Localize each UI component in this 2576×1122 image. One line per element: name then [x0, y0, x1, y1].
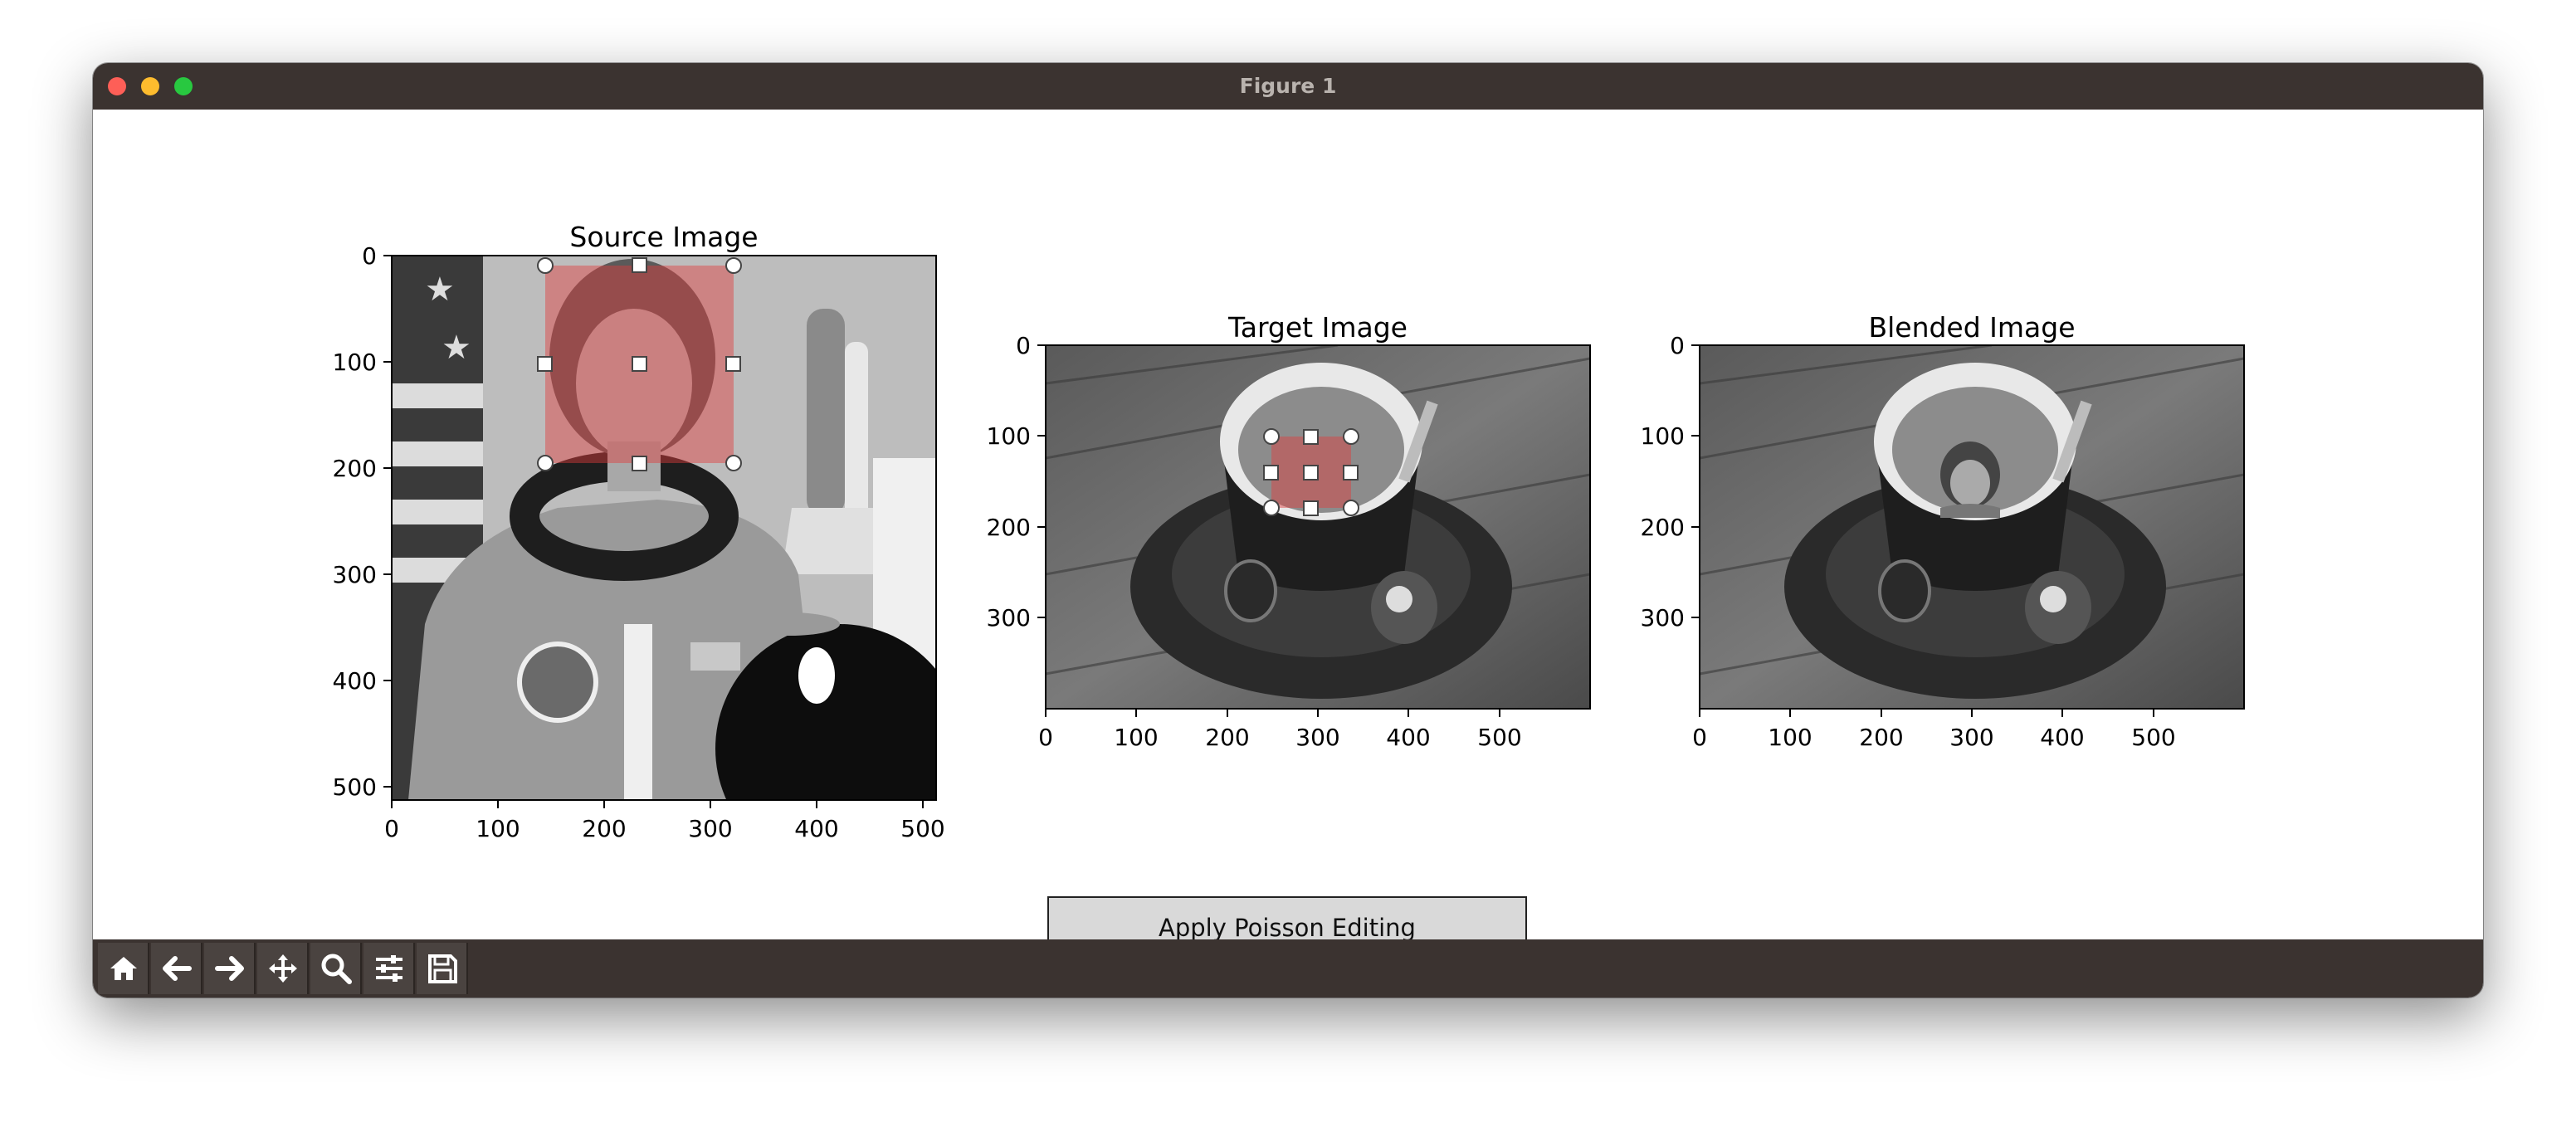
handle-top-left	[537, 257, 554, 274]
blended-xtick-label: 500	[2131, 724, 2175, 751]
target-xtick-label: 0	[1038, 724, 1053, 751]
handle-mid-left	[537, 356, 553, 372]
forward-button[interactable]	[204, 943, 256, 994]
blended-image-title: Blended Image	[1868, 311, 2075, 344]
handle-top-right	[1343, 428, 1359, 445]
source-xtick-label: 0	[384, 815, 399, 842]
back-button[interactable]	[151, 943, 202, 994]
back-arrow-icon	[163, 956, 192, 981]
forward-arrow-icon	[215, 956, 244, 981]
handle-bottom-mid	[632, 456, 647, 471]
blended-xtick-label: 400	[2040, 724, 2084, 751]
blended-xtick-label: 200	[1859, 724, 1903, 751]
source-image-title: Source Image	[569, 221, 758, 253]
target-image	[1046, 345, 1590, 709]
target-xtick-label: 400	[1386, 724, 1430, 751]
source-xtick-label: 200	[582, 815, 626, 842]
handle-top-left	[1263, 428, 1280, 445]
handle-mid-right	[725, 356, 741, 372]
target-xtick-label: 300	[1295, 724, 1339, 751]
target-xtick-label: 200	[1205, 724, 1249, 751]
zoom-magnifier-icon	[321, 954, 352, 984]
handle-center	[1303, 465, 1319, 481]
source-ytick-label: 200	[333, 455, 377, 482]
target-ytick-label: 100	[987, 422, 1031, 450]
source-ytick-label: 400	[333, 667, 377, 695]
save-button[interactable]	[417, 943, 468, 994]
zoom-button[interactable]	[310, 943, 362, 994]
navigation-toolbar	[93, 939, 2483, 998]
handle-bottom-mid	[1303, 500, 1319, 516]
home-icon	[110, 957, 137, 980]
target-xtick-label: 100	[1114, 724, 1158, 751]
handle-mid-left	[1263, 465, 1279, 481]
svg-text:★: ★	[442, 329, 471, 367]
source-xtick-label: 100	[476, 815, 520, 842]
handle-top-right	[725, 257, 742, 274]
handle-center	[632, 356, 647, 372]
target-ytick-label: 200	[987, 514, 1031, 541]
source-xtick-label: 300	[688, 815, 732, 842]
handle-top-mid	[1303, 429, 1319, 445]
figure-window: Figure 1 Source Image ★ ★ 0 100 200 300 …	[93, 63, 2483, 998]
handle-bottom-right	[725, 455, 742, 471]
source-xtick-label: 500	[900, 815, 944, 842]
home-button[interactable]	[98, 943, 149, 994]
handle-top-mid	[632, 257, 647, 273]
title-bar: Figure 1	[93, 63, 2483, 110]
blended-xtick-label: 100	[1768, 724, 1812, 751]
blended-image	[1700, 345, 2244, 709]
configure-subplots-icon	[376, 955, 402, 982]
handle-bottom-right	[1343, 500, 1359, 516]
source-ytick-label: 100	[333, 349, 377, 376]
source-ytick-label: 500	[333, 773, 377, 801]
blended-ytick-label: 100	[1641, 422, 1685, 450]
blended-image-axes: Blended Image 0 100 200 300 400 500 0 10…	[1641, 311, 2245, 751]
blended-xtick-label: 0	[1692, 724, 1707, 751]
configure-subplots-button[interactable]	[363, 943, 415, 994]
pan-move-icon	[269, 954, 297, 983]
blended-xtick-label: 300	[1949, 724, 1993, 751]
handle-bottom-left	[1263, 500, 1280, 516]
source-xtick-label: 400	[794, 815, 838, 842]
target-ytick-label: 300	[987, 604, 1031, 632]
svg-text:★: ★	[425, 271, 455, 309]
blended-ytick-label: 200	[1641, 514, 1685, 541]
blended-ytick-label: 0	[1670, 332, 1685, 359]
target-image-axes: Target Image 0 100 200 300 400 500 0 100…	[987, 311, 1591, 751]
target-xtick-label: 500	[1477, 724, 1521, 751]
target-ytick-label: 0	[1016, 332, 1031, 359]
handle-mid-right	[1343, 465, 1359, 481]
save-disk-icon	[428, 954, 457, 983]
window-title: Figure 1	[1239, 74, 1337, 98]
pan-button[interactable]	[257, 943, 309, 994]
blended-ytick-label: 300	[1641, 604, 1685, 632]
handle-bottom-left	[537, 455, 554, 471]
source-ytick-label: 300	[333, 561, 377, 588]
figure-canvas[interactable]: Source Image ★ ★ 0 100 200 300 400 500 0…	[93, 110, 2483, 959]
source-ytick-label: 0	[362, 242, 377, 270]
source-image-axes: Source Image ★ ★ 0 100 200 300 400 500 0…	[333, 221, 945, 842]
target-image-title: Target Image	[1227, 311, 1408, 344]
figure-svg: Source Image ★ ★ 0 100 200 300 400 500 0…	[333, 221, 2245, 842]
